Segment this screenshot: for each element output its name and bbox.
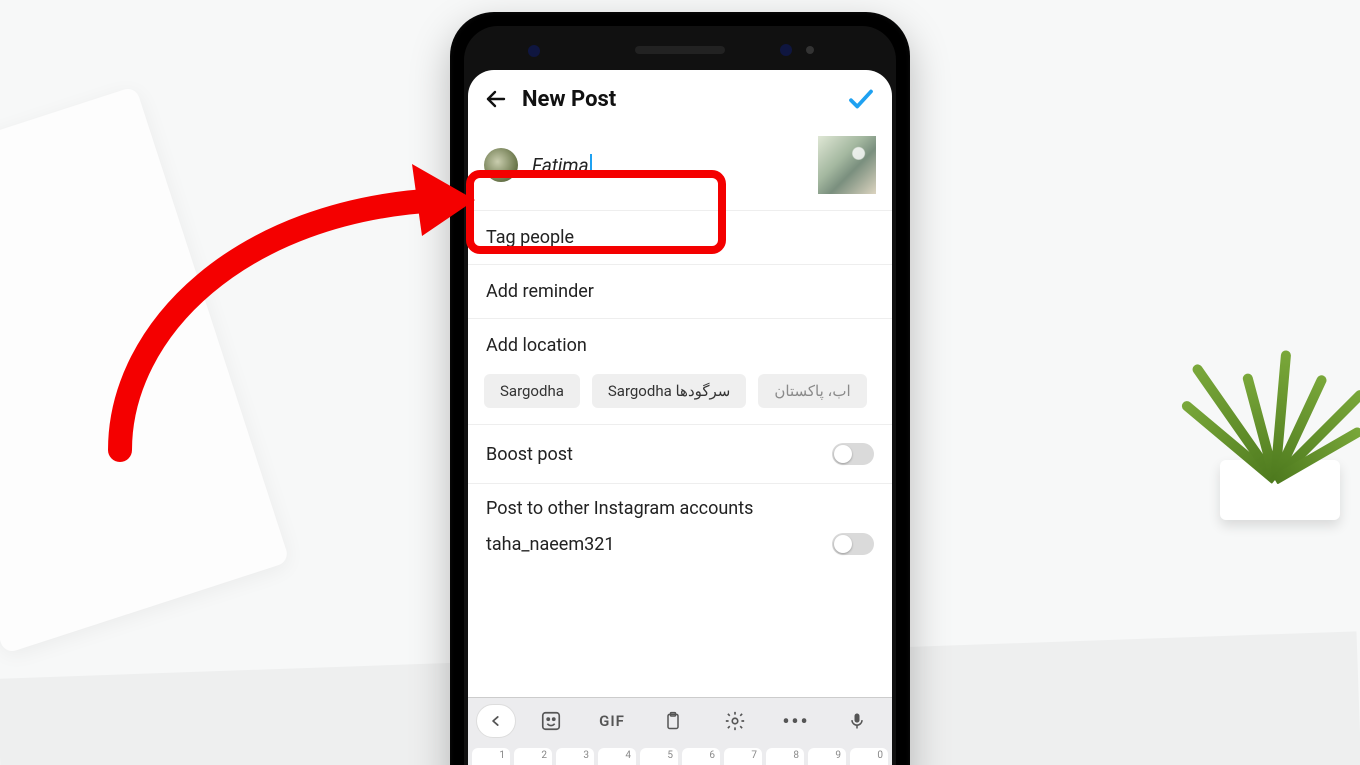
key-i[interactable]: i8 <box>766 748 804 765</box>
caption-input[interactable]: Fatima <box>532 154 804 177</box>
back-icon[interactable] <box>484 87 508 111</box>
soft-keyboard: GIF ••• q1 w2 e3 <box>468 697 892 765</box>
gif-icon[interactable]: GIF <box>581 712 642 730</box>
post-thumbnail[interactable] <box>818 136 876 194</box>
clipboard-icon[interactable] <box>643 711 704 731</box>
tag-people-label: Tag people <box>486 227 574 248</box>
text-cursor <box>590 154 592 176</box>
key-w[interactable]: w2 <box>514 748 552 765</box>
phone-frame: New Post Fatima Tag people Add reminder <box>450 12 910 765</box>
account-username: taha_naeem321 <box>486 534 614 555</box>
sticker-icon[interactable] <box>520 710 581 732</box>
settings-gear-icon[interactable] <box>704 710 765 732</box>
tag-people-row[interactable]: Tag people <box>468 211 892 265</box>
location-chip[interactable]: Sargodha <box>484 374 580 408</box>
location-suggestions: Sargodha Sargodha سرگودھا اب، پاکستان <box>468 372 892 425</box>
background-plant <box>1190 200 1360 520</box>
other-accounts-section-title: Post to other Instagram accounts <box>468 484 892 525</box>
keyboard-toolbar: GIF ••• <box>468 698 892 744</box>
add-reminder-label: Add reminder <box>486 281 594 302</box>
location-chip[interactable]: Sargodha سرگودھا <box>592 374 747 408</box>
key-u[interactable]: u7 <box>724 748 762 765</box>
avatar[interactable] <box>484 148 518 182</box>
caption-text: Fatima <box>532 154 589 177</box>
key-r[interactable]: r4 <box>598 748 636 765</box>
keyboard-row-1: q1 w2 e3 r4 t5 y6 u7 i8 o9 p0 <box>468 744 892 765</box>
boost-post-row: Boost post <box>468 425 892 483</box>
keyboard-collapse-icon[interactable] <box>476 704 516 738</box>
location-chip[interactable]: اب، پاکستان <box>758 374 866 408</box>
boost-post-label: Boost post <box>486 444 573 465</box>
phone-sensor-bar <box>468 30 892 70</box>
background-card <box>0 86 290 654</box>
key-t[interactable]: t5 <box>640 748 678 765</box>
confirm-check-icon[interactable] <box>846 84 876 114</box>
account-row: taha_naeem321 <box>468 525 892 569</box>
key-e[interactable]: e3 <box>556 748 594 765</box>
add-reminder-row[interactable]: Add reminder <box>468 265 892 319</box>
key-o[interactable]: o9 <box>808 748 846 765</box>
key-y[interactable]: y6 <box>682 748 720 765</box>
page-title: New Post <box>522 87 616 112</box>
add-location-row[interactable]: Add location <box>468 319 892 372</box>
key-q[interactable]: q1 <box>472 748 510 765</box>
more-icon[interactable]: ••• <box>765 709 826 733</box>
key-p[interactable]: p0 <box>850 748 888 765</box>
phone-screen: New Post Fatima Tag people Add reminder <box>468 70 892 765</box>
app-header: New Post <box>468 70 892 124</box>
mic-icon[interactable] <box>827 711 888 731</box>
boost-post-toggle[interactable] <box>832 443 874 465</box>
account-toggle[interactable] <box>832 533 874 555</box>
add-location-label: Add location <box>486 335 587 356</box>
caption-row: Fatima <box>468 124 892 211</box>
